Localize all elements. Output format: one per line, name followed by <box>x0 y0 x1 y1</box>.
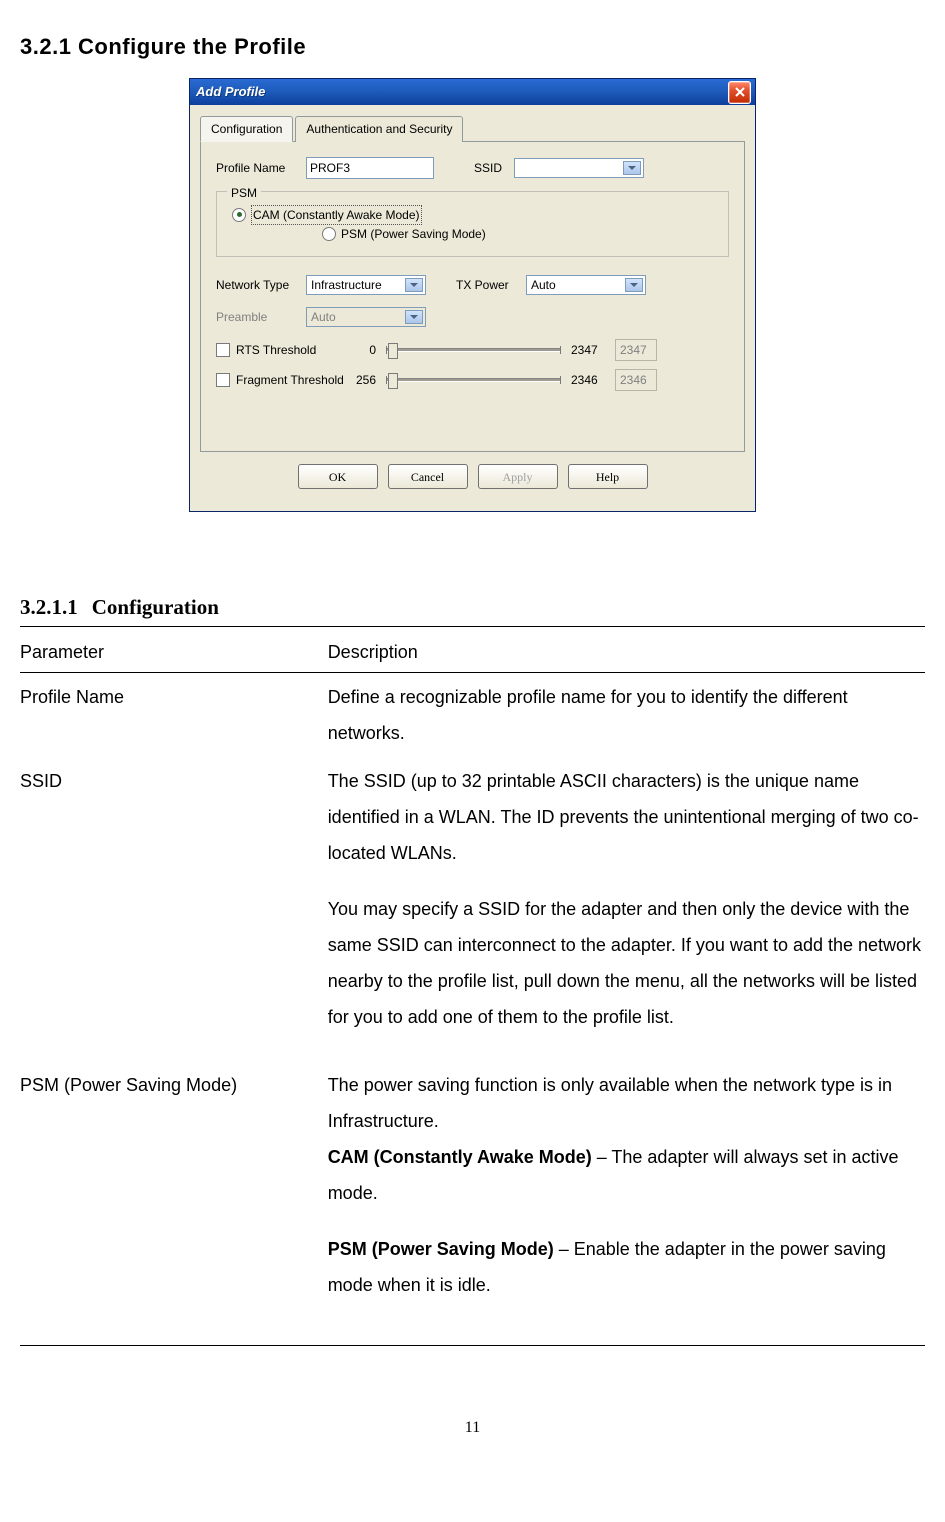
apply-button[interactable]: Apply <box>478 464 558 489</box>
close-icon[interactable] <box>728 81 751 104</box>
chevron-down-icon <box>410 283 418 291</box>
table-row: Profile Name Define a recognizable profi… <box>20 672 925 757</box>
rts-value: 2347 <box>615 339 657 361</box>
ssid-select[interactable] <box>514 158 644 178</box>
add-profile-dialog: Add Profile Configuration Authentication… <box>189 78 756 512</box>
network-type-label: Network Type <box>216 276 306 294</box>
col-description: Description <box>328 633 925 673</box>
parameter-table: Parameter Description Profile Name Defin… <box>20 633 925 1346</box>
ssid-label: SSID <box>474 159 514 177</box>
tab-auth-security[interactable]: Authentication and Security <box>295 116 463 142</box>
network-type-select[interactable]: Infrastructure <box>306 275 426 295</box>
section-heading: 3.2.1 Configure the Profile <box>20 30 925 63</box>
cam-radio[interactable]: CAM (Constantly Awake Mode) <box>232 205 422 225</box>
chevron-down-icon <box>628 166 636 174</box>
psm-radio[interactable]: PSM (Power Saving Mode) <box>322 225 486 243</box>
frag-max: 2346 <box>571 371 611 389</box>
page-number: 11 <box>20 1416 925 1440</box>
tx-power-label: TX Power <box>456 276 526 294</box>
table-row: PSM (Power Saving Mode) The power saving… <box>20 1061 925 1346</box>
tab-configuration[interactable]: Configuration <box>200 116 293 142</box>
profile-name-label: Profile Name <box>216 159 306 177</box>
rts-label: RTS Threshold <box>236 341 346 359</box>
tx-power-select[interactable]: Auto <box>526 275 646 295</box>
window-title: Add Profile <box>196 82 728 102</box>
rts-max: 2347 <box>571 341 611 359</box>
titlebar[interactable]: Add Profile <box>190 79 755 105</box>
frag-min: 256 <box>346 371 376 389</box>
frag-label: Fragment Threshold <box>236 371 346 389</box>
frag-slider[interactable] <box>386 378 561 382</box>
rts-checkbox[interactable] <box>216 343 230 357</box>
preamble-label: Preamble <box>216 308 306 326</box>
chevron-down-icon <box>630 283 638 291</box>
table-row: SSID The SSID (up to 32 printable ASCII … <box>20 757 925 1061</box>
profile-name-input[interactable] <box>306 157 434 179</box>
chevron-down-icon <box>410 315 418 323</box>
rts-slider[interactable] <box>386 348 561 352</box>
cancel-button[interactable]: Cancel <box>388 464 468 489</box>
psm-group: PSM CAM (Constantly Awake Mode) PSM (Pow… <box>216 191 729 257</box>
psm-legend: PSM <box>227 184 261 202</box>
frag-checkbox[interactable] <box>216 373 230 387</box>
ok-button[interactable]: OK <box>298 464 378 489</box>
preamble-select: Auto <box>306 307 426 327</box>
frag-value: 2346 <box>615 369 657 391</box>
rts-min: 0 <box>346 341 376 359</box>
col-parameter: Parameter <box>20 633 328 673</box>
help-button[interactable]: Help <box>568 464 648 489</box>
subsection-heading: 3.2.1.1Configuration <box>20 592 925 627</box>
